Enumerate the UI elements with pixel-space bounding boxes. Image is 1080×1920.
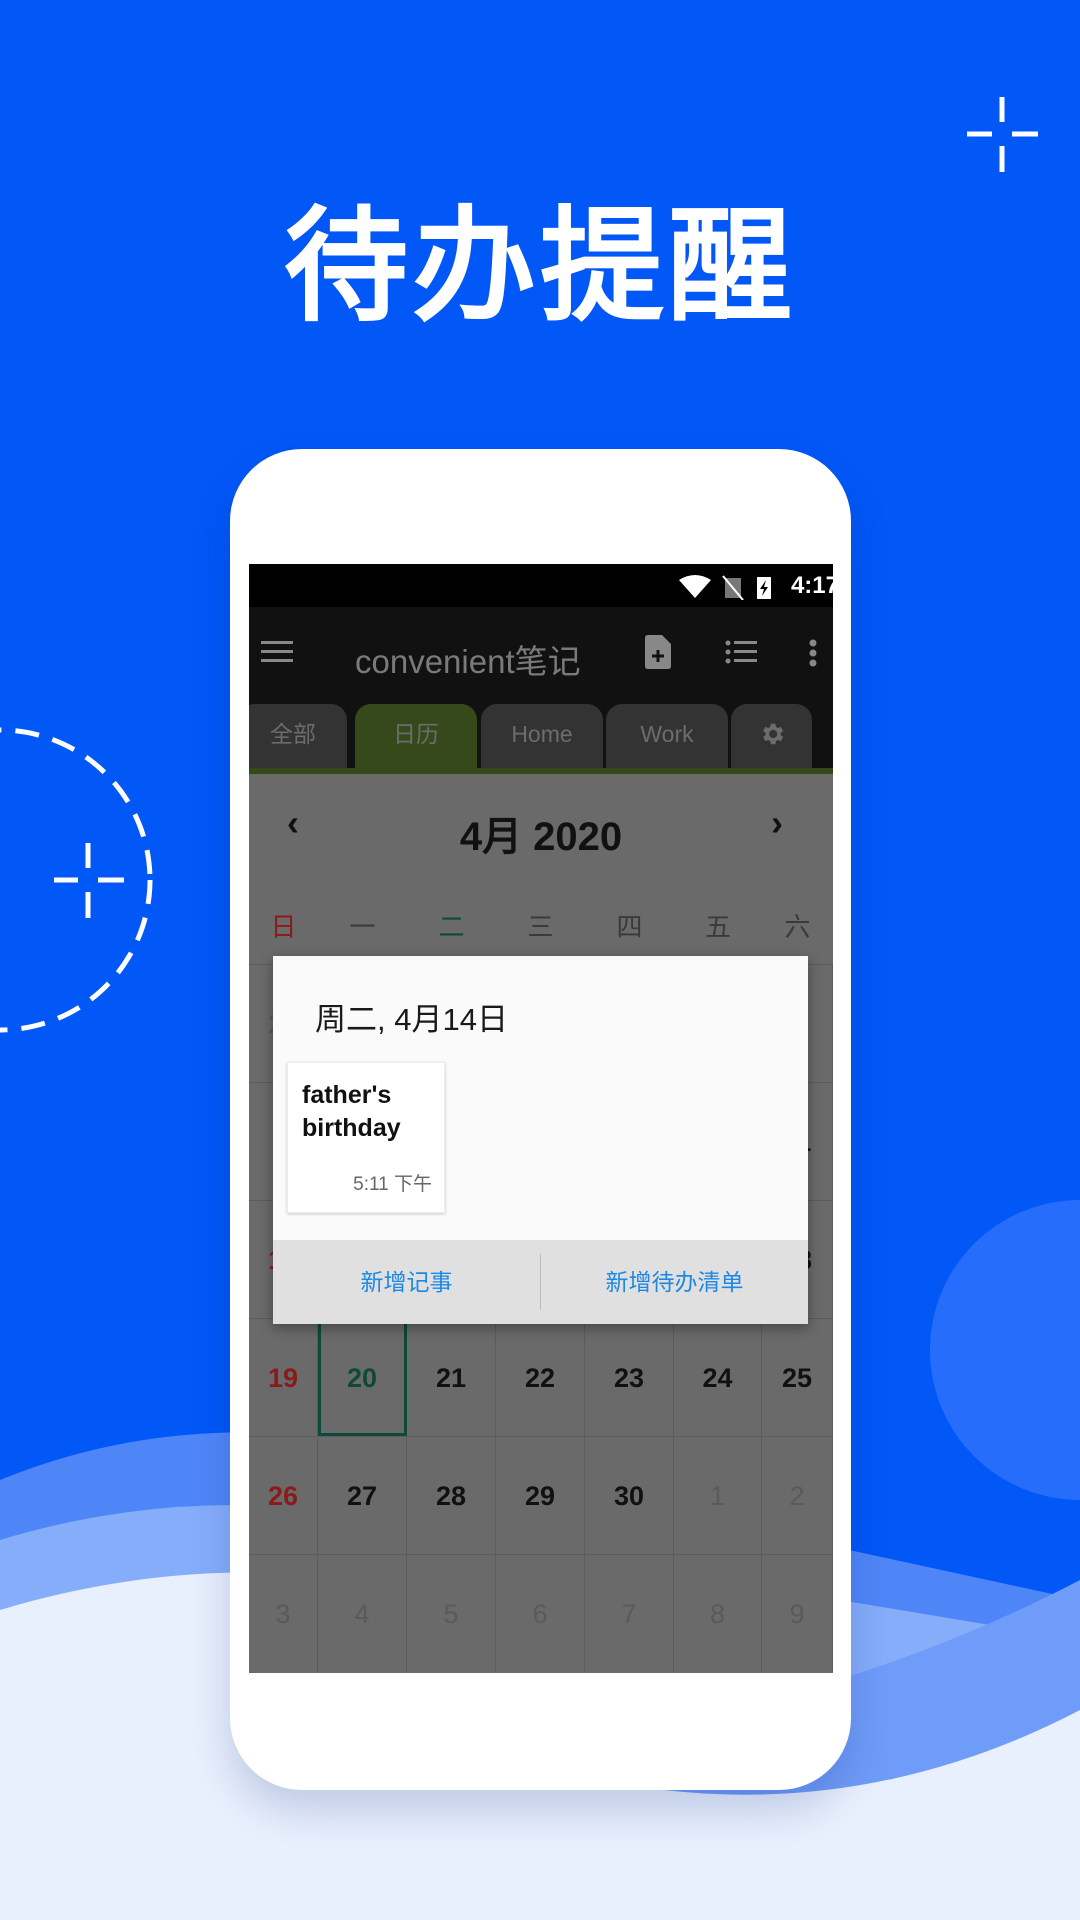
no-sim-icon bbox=[722, 575, 744, 600]
weekday-label: 五 bbox=[704, 912, 731, 942]
calendar-day[interactable]: 9 bbox=[762, 1554, 833, 1672]
next-month-button[interactable]: › bbox=[771, 802, 783, 844]
tab-label: Home bbox=[511, 721, 573, 747]
weekday-label: 日 bbox=[270, 912, 297, 942]
calendar-day[interactable]: 2 bbox=[762, 1436, 833, 1554]
weekday-label: 一 bbox=[349, 912, 376, 942]
calendar-day[interactable]: 23 bbox=[585, 1318, 674, 1436]
weekday-label: 三 bbox=[527, 912, 554, 942]
calendar-day[interactable]: 25 bbox=[762, 1318, 833, 1436]
calendar-day[interactable]: 4 bbox=[318, 1554, 407, 1672]
app-title: convenient笔记 bbox=[355, 643, 581, 680]
calendar-day[interactable]: 6 bbox=[496, 1554, 585, 1672]
calendar-day[interactable]: 3 bbox=[249, 1554, 318, 1672]
weekday-label: 六 bbox=[784, 912, 811, 942]
calendar-day[interactable]: 21 bbox=[407, 1318, 496, 1436]
headline: 待办提醒 bbox=[283, 195, 796, 339]
status-icons bbox=[679, 575, 771, 600]
weekday-label: 四 bbox=[616, 912, 643, 942]
calendar-day[interactable]: 24 bbox=[674, 1318, 762, 1436]
month-label: 4月 2020 bbox=[459, 815, 623, 859]
tab-work[interactable]: Work bbox=[606, 704, 728, 768]
dialog-actions: 新增记事 新增待办清单 bbox=[273, 1240, 808, 1324]
note-title: father's birthday bbox=[302, 1081, 401, 1142]
tab-label: Work bbox=[640, 721, 694, 747]
calendar-day[interactable]: 1 bbox=[674, 1436, 762, 1554]
add-todo-button[interactable]: 新增待办清单 bbox=[541, 1240, 808, 1324]
calendar-day[interactable]: 29 bbox=[496, 1436, 585, 1554]
new-note-icon[interactable] bbox=[645, 635, 671, 669]
tab-bar: 全部 日历 Home Work bbox=[249, 700, 833, 768]
weekday-label: 二 bbox=[438, 912, 465, 942]
calendar-day[interactable]: 8 bbox=[674, 1554, 762, 1672]
dialog-title: 周二, 4月14日 bbox=[315, 1002, 508, 1037]
status-time: 4:17 bbox=[790, 572, 833, 599]
toolbar: convenient笔记 bbox=[249, 607, 833, 700]
calendar-day[interactable]: 19 bbox=[249, 1318, 318, 1436]
status-bar: 4:17 bbox=[249, 564, 833, 607]
sparkle-icon bbox=[54, 843, 124, 918]
gear-icon bbox=[762, 723, 783, 745]
more-icon[interactable] bbox=[809, 639, 817, 667]
tab-label: 日历 bbox=[393, 721, 439, 747]
tab-home[interactable]: Home bbox=[481, 704, 603, 768]
calendar-day[interactable]: 27 bbox=[318, 1436, 407, 1554]
menu-icon[interactable] bbox=[261, 641, 293, 663]
calendar-day[interactable]: 26 bbox=[249, 1436, 318, 1554]
list-icon[interactable] bbox=[725, 640, 757, 664]
tab-settings[interactable] bbox=[731, 704, 812, 768]
tab-indicator bbox=[249, 768, 833, 774]
tab-calendar[interactable]: 日历 bbox=[355, 704, 477, 768]
calendar-day[interactable]: 5 bbox=[407, 1554, 496, 1672]
tab-all[interactable]: 全部 bbox=[249, 704, 347, 768]
calendar-day[interactable]: 30 bbox=[585, 1436, 674, 1554]
battery-charging-icon bbox=[757, 577, 771, 599]
add-note-button[interactable]: 新增记事 bbox=[273, 1240, 540, 1324]
tab-label: 全部 bbox=[270, 721, 316, 747]
day-dialog: 周二, 4月14日 father's birthday 5:11 下午 新增记事… bbox=[273, 956, 808, 1324]
calendar-day[interactable]: 7 bbox=[585, 1554, 674, 1672]
calendar-day[interactable]: 28 bbox=[407, 1436, 496, 1554]
calendar-day[interactable]: 20 bbox=[318, 1318, 407, 1436]
wifi-icon bbox=[679, 575, 711, 598]
sparkle-icon bbox=[967, 97, 1038, 172]
note-card[interactable]: father's birthday 5:11 下午 bbox=[287, 1062, 445, 1213]
note-time: 5:11 下午 bbox=[353, 1174, 432, 1195]
calendar-day[interactable]: 22 bbox=[496, 1318, 585, 1436]
